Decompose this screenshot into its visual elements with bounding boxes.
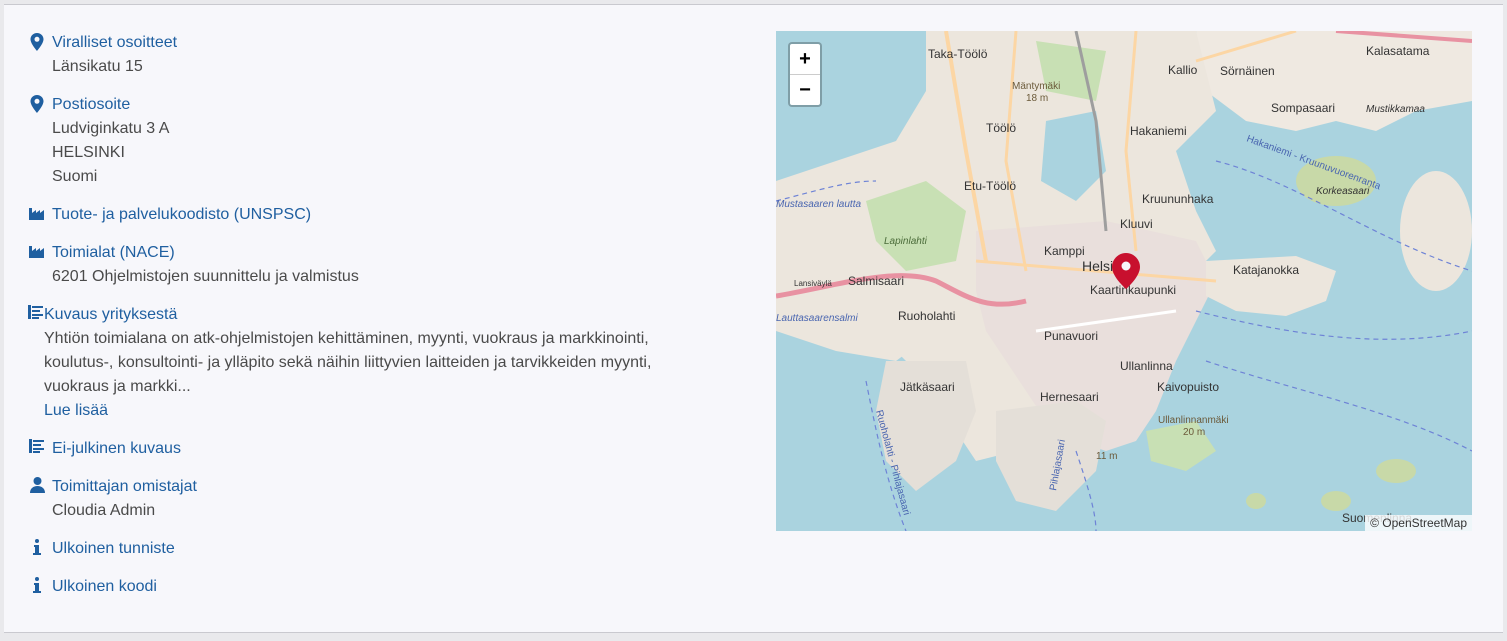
- info-icon: [28, 539, 46, 557]
- map-marker-icon: [28, 95, 46, 113]
- map-label: Katajanokka: [1233, 263, 1299, 277]
- location-map[interactable]: Taka-Töölö Kallio Sörnäinen Kalasatama M…: [776, 31, 1472, 531]
- supplier-owners-label[interactable]: Toimittajan omistajat: [52, 475, 718, 499]
- map-label: Lauttasaarensalmi: [776, 313, 858, 324]
- official-addresses-item: Viralliset osoitteet Länsikatu 15: [28, 31, 718, 79]
- map-label: Korkeasaari: [1316, 186, 1370, 197]
- map-label: Mäntymäki: [1012, 81, 1060, 92]
- map-label: Kruununhaka: [1142, 192, 1214, 206]
- industry-icon: [28, 205, 46, 223]
- supplier-details-panel: Viralliset osoitteet Länsikatu 15 Postio…: [4, 4, 1503, 633]
- description-text: Yhtiön toimialana on atk-ohjelmistojen k…: [44, 330, 652, 395]
- description-item: Kuvaus yrityksestä Yhtiön toimialana on …: [28, 303, 718, 423]
- map-label: Jätkäsaari: [900, 380, 955, 394]
- map-label: Kallio: [1168, 63, 1198, 77]
- map-label: Sompasaari: [1271, 101, 1335, 115]
- external-id-label[interactable]: Ulkoinen tunniste: [52, 537, 718, 561]
- map-label: Sörnäinen: [1220, 64, 1275, 78]
- map-tiles[interactable]: Taka-Töölö Kallio Sörnäinen Kalasatama M…: [776, 31, 1472, 531]
- map-label: Hernesaari: [1040, 390, 1099, 404]
- private-description-item: Ei-julkinen kuvaus: [28, 437, 718, 461]
- map-label: Kamppi: [1044, 244, 1085, 258]
- info-icon: [28, 577, 46, 595]
- supplier-owners-item: Toimittajan omistajat Cloudia Admin: [28, 475, 718, 523]
- external-code-label[interactable]: Ulkoinen koodi: [52, 575, 718, 599]
- map-label: Ullanlinna: [1120, 359, 1173, 373]
- map-label: 11 m: [1096, 451, 1118, 462]
- map-pin-icon: [28, 33, 46, 51]
- map-label: Lapinlahti: [884, 236, 928, 247]
- industry-icon: [28, 243, 46, 261]
- map-label: Kalasatama: [1366, 44, 1430, 58]
- map-label: Hakaniemi: [1130, 124, 1187, 138]
- map-label: Kluuvi: [1120, 217, 1153, 231]
- map-label: Töölö: [986, 121, 1016, 135]
- read-more-link[interactable]: Lue lisää: [44, 399, 718, 423]
- map-label: Mustikkamaa: [1366, 104, 1425, 115]
- postal-address-country: Suomi: [52, 168, 98, 185]
- map-label: 18 m: [1026, 93, 1048, 104]
- description-label[interactable]: Kuvaus yrityksestä: [44, 303, 718, 327]
- postal-address-label[interactable]: Postiosoite: [52, 93, 718, 117]
- external-id-item: Ulkoinen tunniste: [28, 537, 718, 561]
- map-attribution[interactable]: © OpenStreetMap: [1365, 515, 1472, 531]
- map-label: Salmisaari: [848, 274, 904, 288]
- map-label: Mustasaaren lautta: [776, 199, 861, 210]
- zoom-out-button[interactable]: −: [790, 74, 820, 105]
- map-label: Etu-Töölö: [964, 179, 1016, 193]
- zoom-in-button[interactable]: +: [790, 44, 820, 74]
- map-label: Taka-Töölö: [928, 47, 988, 61]
- unspsc-item: Tuote- ja palvelukoodisto (UNSPSC): [28, 203, 718, 227]
- private-description-label[interactable]: Ei-julkinen kuvaus: [52, 437, 718, 461]
- nace-label[interactable]: Toimialat (NACE): [52, 241, 718, 265]
- official-addresses-label[interactable]: Viralliset osoitteet: [52, 31, 718, 55]
- map-label: Ullanlinnanmäki: [1158, 415, 1229, 426]
- postal-address-city: HELSINKI: [52, 144, 125, 161]
- external-code-item: Ulkoinen koodi: [28, 575, 718, 599]
- map-label: Kaartinkaupunki: [1090, 283, 1176, 297]
- official-address-line: Länsikatu 15: [52, 58, 143, 75]
- user-icon: [28, 477, 46, 495]
- map-zoom-control: + −: [788, 42, 822, 107]
- map-label: Lansiväylä: [794, 279, 832, 288]
- supplier-owner-name: Cloudia Admin: [52, 502, 156, 519]
- map-label: Punavuori: [1044, 329, 1098, 343]
- text-align-icon: [28, 439, 46, 457]
- text-align-icon: [28, 305, 44, 323]
- unspsc-label[interactable]: Tuote- ja palvelukoodisto (UNSPSC): [52, 203, 718, 227]
- map-label: Kaivopuisto: [1157, 380, 1219, 394]
- nace-item: Toimialat (NACE) 6201 Ohjelmistojen suun…: [28, 241, 718, 289]
- map-label: Ruoholahti: [898, 309, 955, 323]
- postal-address-item: Postiosoite Ludviginkatu 3 A HELSINKI Su…: [28, 93, 718, 189]
- map-label: 20 m: [1183, 427, 1205, 438]
- supplier-info-list: Viralliset osoitteet Länsikatu 15 Postio…: [28, 31, 718, 613]
- nace-value: 6201 Ohjelmistojen suunnittelu ja valmis…: [52, 268, 359, 285]
- postal-address-line: Ludviginkatu 3 A: [52, 120, 170, 137]
